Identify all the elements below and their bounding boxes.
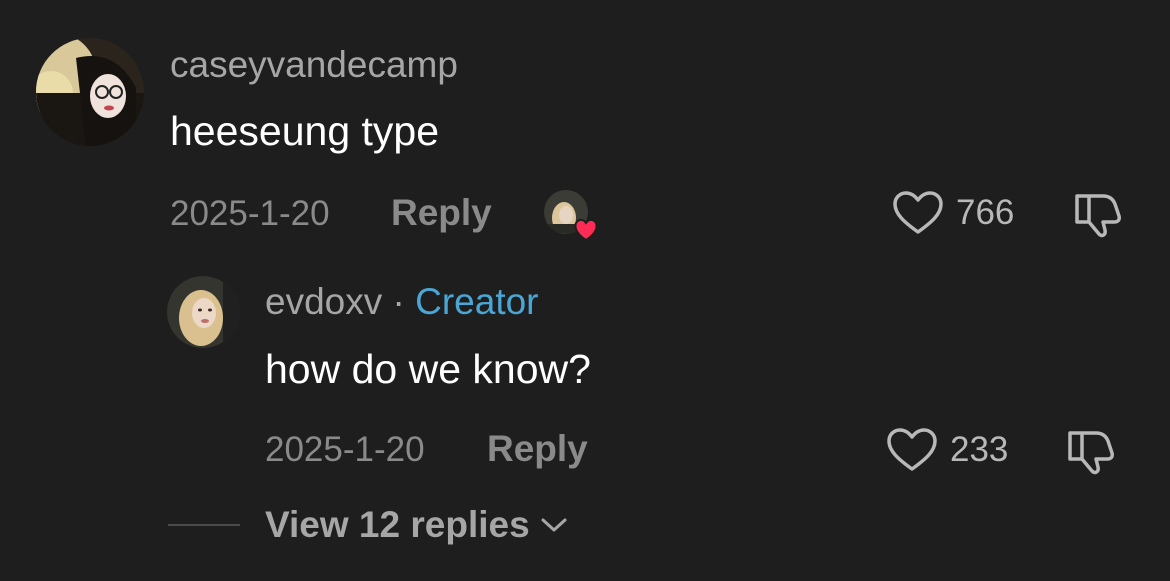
reply-text: how do we know? [265, 346, 591, 392]
reply-username[interactable]: evdoxv [265, 281, 382, 322]
comment-like-button[interactable]: 766 [892, 190, 1014, 236]
reply-date: 2025-1-20 [265, 430, 425, 469]
reply-username-line: evdoxv · Creator [265, 281, 539, 323]
chevron-down-icon [541, 518, 567, 532]
thumbs-down-icon [1075, 194, 1121, 238]
reply-like-button[interactable]: 233 [886, 427, 1008, 473]
reply-like-count: 233 [950, 430, 1009, 469]
comment-dislike-button[interactable] [1073, 190, 1125, 238]
heart-badge-icon [574, 218, 598, 242]
reply-avatar[interactable] [167, 276, 239, 348]
reply-reply-button[interactable]: Reply [487, 428, 588, 470]
comment-avatar[interactable] [36, 38, 144, 146]
comment-username[interactable]: caseyvandecamp [170, 44, 458, 86]
creator-badge: Creator [415, 281, 539, 322]
creator-liked-avatar [542, 188, 598, 242]
separator-dot: · [382, 281, 416, 322]
comment-reply-button[interactable]: Reply [391, 192, 492, 234]
view-replies-button[interactable]: View 12 replies [265, 504, 568, 546]
comment-text: heeseung type [170, 108, 440, 154]
comment-like-count: 766 [956, 193, 1015, 232]
thumbs-down-icon [1068, 431, 1114, 475]
comment-date: 2025-1-20 [170, 194, 330, 233]
view-replies-label: View 12 replies [265, 504, 530, 545]
heart-outline-icon [887, 428, 937, 471]
replies-divider [168, 524, 240, 526]
reply-dislike-button[interactable] [1066, 427, 1118, 475]
heart-outline-icon [893, 191, 943, 234]
